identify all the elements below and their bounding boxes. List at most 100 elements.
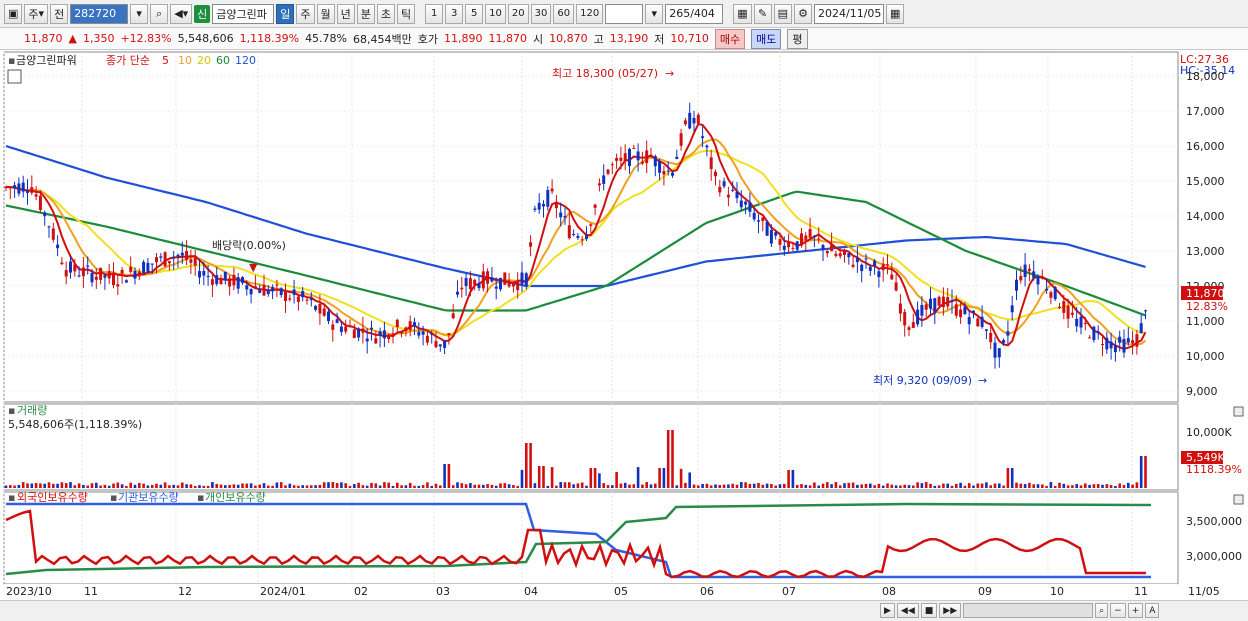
avg-button[interactable]: 평 (787, 28, 808, 49)
candle-body (984, 329, 988, 331)
volume-bar (619, 483, 623, 488)
volume-bar (860, 484, 863, 488)
candle-body (185, 251, 189, 260)
candle-body (271, 287, 275, 292)
chart-scrollbar[interactable] (963, 603, 1094, 618)
period-tab-week[interactable]: 주 (296, 3, 315, 24)
candle-body (916, 309, 920, 325)
volume-bar (1006, 468, 1010, 488)
interval-60[interactable]: 60 (553, 3, 575, 24)
volume-bar (980, 483, 984, 488)
holdings-handle-icon[interactable]: ▪ (8, 491, 15, 504)
candle-body (503, 272, 507, 285)
candle-body (632, 148, 636, 150)
candle-body (219, 278, 223, 285)
volume-bar (258, 484, 261, 488)
volume-bar (924, 482, 928, 488)
volume-bar (477, 484, 481, 488)
panel-table-icon[interactable] (7, 69, 22, 84)
forward-icon[interactable]: ▶▶ (939, 603, 962, 618)
volume-bar (714, 484, 717, 488)
stock-name-field[interactable]: 금양그린파 (212, 3, 275, 24)
volume-bar (1071, 485, 1074, 488)
volume-bar (408, 482, 412, 488)
candle-body (477, 283, 481, 289)
page-field[interactable]: 265/404 (665, 3, 724, 24)
font-size-icon[interactable]: A (1145, 603, 1160, 618)
market-select[interactable]: 주 ▾ (24, 3, 49, 24)
period-tab-tick[interactable]: 틱 (397, 3, 416, 24)
period-tab-month[interactable]: 월 (316, 3, 335, 24)
x-tick-label: 12 (178, 585, 192, 598)
interval-5[interactable]: 5 (465, 3, 484, 24)
candle-body (198, 271, 201, 278)
candle-body (275, 284, 279, 286)
candle-body (51, 228, 55, 240)
holdings-panel-close-icon[interactable] (1233, 494, 1244, 505)
volume-bar (73, 485, 77, 488)
code-input[interactable]: 282720 (70, 3, 129, 24)
volume-bar (340, 482, 343, 488)
turnover-percent: 45.78% (305, 32, 348, 45)
candle-body (129, 266, 133, 272)
speaker-icon[interactable]: ◀▾ (170, 3, 193, 24)
code-dropdown-icon[interactable]: ▾ (130, 3, 149, 24)
period-tab-minute[interactable]: 분 (356, 3, 375, 24)
period-tab-year[interactable]: 년 (336, 3, 355, 24)
candle-body (628, 148, 631, 166)
candle-body (1101, 343, 1104, 345)
panel-handle-icon[interactable]: ▪ (8, 54, 15, 67)
price-panel-name: 금양그린파워 (16, 54, 77, 67)
volume-panel-close-icon[interactable] (1233, 406, 1244, 417)
stop-icon[interactable]: ■ (920, 603, 938, 618)
prev-button[interactable]: 전 (50, 3, 69, 24)
calendar-icon[interactable]: ▦ (886, 3, 905, 24)
period-tab-second[interactable]: 초 (376, 3, 396, 24)
rewind-icon[interactable]: ◀◀ (896, 603, 919, 618)
volume-bar (761, 484, 765, 488)
candle-body (563, 216, 567, 218)
zoom-out-icon[interactable]: ⌕ (1095, 603, 1109, 618)
volume-bar (705, 483, 709, 488)
candle-body (550, 188, 554, 192)
candle-body (103, 275, 107, 278)
volume-bar (279, 482, 283, 488)
volume-y-tick: 10,000K (1186, 426, 1232, 439)
interval-custom-input[interactable] (605, 3, 644, 24)
interval-120[interactable]: 120 (576, 3, 604, 24)
interval-3[interactable]: 3 (445, 3, 464, 24)
interval-dropdown-icon[interactable]: ▾ (645, 3, 664, 24)
plus-icon[interactable]: + (1127, 603, 1144, 618)
date-input[interactable]: 2024/11/05 (814, 3, 885, 24)
candle-body (993, 342, 997, 358)
volume-bar (490, 484, 494, 488)
candle-body (56, 244, 60, 249)
sell-button[interactable]: 매도 (751, 28, 782, 49)
candle-body (339, 326, 343, 332)
volume-bar (503, 483, 507, 488)
volume-bar (1058, 482, 1061, 488)
candle-body (658, 161, 662, 173)
interval-10[interactable]: 10 (485, 3, 506, 24)
volume-bar (735, 484, 739, 488)
volume-bar (421, 485, 425, 488)
high-label: 고 (593, 32, 604, 46)
grid-icon[interactable]: ▦ (733, 3, 752, 24)
period-tab-day[interactable]: 일 (276, 3, 295, 24)
draw-icon[interactable]: ✎ (753, 3, 772, 24)
interval-30[interactable]: 30 (530, 3, 552, 24)
volume-handle-icon[interactable]: ▪ (8, 404, 15, 417)
scroll-right-icon[interactable]: ▶ (880, 603, 895, 618)
window-icon[interactable]: ▣ (4, 3, 23, 24)
minus-icon[interactable]: − (1110, 603, 1126, 618)
settings-gear-icon[interactable]: ⚙ (794, 3, 813, 24)
interval-20[interactable]: 20 (507, 3, 529, 24)
candle-body (180, 252, 184, 256)
interval-1[interactable]: 1 (425, 3, 444, 24)
search-icon[interactable]: ⌕ (150, 3, 169, 24)
save-icon[interactable]: ▤ (773, 3, 793, 24)
stock-chart[interactable]: ▪ 금양그린파워 종가 단순 5 10 20 60 120 최고 18,300 … (0, 50, 1248, 600)
buy-button[interactable]: 매수 (714, 28, 746, 49)
volume-bar (989, 485, 992, 488)
indicator-label: 종가 단순 (106, 54, 150, 67)
